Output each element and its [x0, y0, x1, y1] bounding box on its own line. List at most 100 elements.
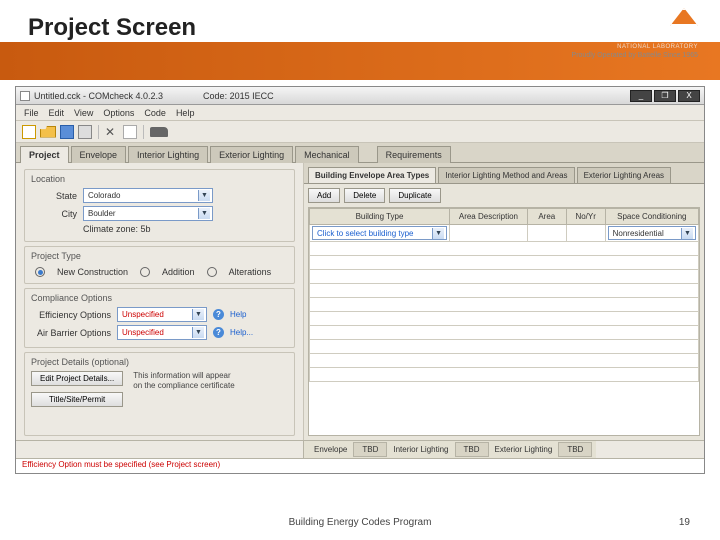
slide-footer: Building Energy Codes Program: [289, 517, 432, 528]
col-area-desc: Area Description: [450, 209, 528, 225]
tab-interior-lighting[interactable]: Interior Lighting: [128, 146, 208, 163]
project-type-fieldset: Project Type New Construction Addition A…: [24, 246, 295, 284]
help-link[interactable]: Help: [230, 310, 246, 319]
pnnl-logo-icon: [670, 8, 698, 26]
tab-requirements[interactable]: Requirements: [377, 146, 451, 163]
window-title: Untitled.cck - COMcheck 4.0.2.3: [34, 91, 163, 101]
project-details-fieldset: Project Details (optional) Edit Project …: [24, 352, 295, 436]
menu-edit[interactable]: Edit: [45, 107, 69, 119]
project-details-note: This information will appear on the comp…: [133, 371, 234, 392]
maximize-button[interactable]: ❐: [654, 90, 676, 102]
efficiency-value: Unspecified: [122, 310, 164, 319]
air-barrier-select[interactable]: Unspecified ▼: [117, 325, 207, 340]
slide-title: Project Screen: [28, 14, 196, 42]
building-type-value: Click to select building type: [317, 229, 414, 238]
help-icon[interactable]: ?: [213, 309, 224, 320]
duplicate-button[interactable]: Duplicate: [389, 188, 440, 203]
tab-envelope[interactable]: Envelope: [71, 146, 127, 163]
chevron-down-icon: ▼: [681, 228, 693, 239]
page-number: 19: [679, 517, 690, 528]
menu-help[interactable]: Help: [172, 107, 199, 119]
document-icon: [20, 91, 30, 101]
col-building-type: Building Type: [310, 209, 450, 225]
toolbar-separator: [143, 125, 144, 139]
radio-new-construction[interactable]: [35, 267, 45, 277]
menu-options[interactable]: Options: [99, 107, 138, 119]
brand-block: Pacific Northwest NATIONAL LABORATORY Pr…: [572, 8, 698, 59]
radio-label: New Construction: [57, 267, 128, 277]
status-intlight-label: Interior Lighting: [387, 443, 454, 456]
menu-file[interactable]: File: [20, 107, 43, 119]
col-area: Area: [527, 209, 566, 225]
brand-name: Pacific Northwest: [572, 30, 698, 44]
state-value: Colorado: [88, 191, 120, 200]
title-site-permit-button[interactable]: Title/Site/Permit: [31, 392, 123, 407]
city-value: Boulder: [88, 209, 116, 218]
building-type-select[interactable]: Click to select building type ▼: [312, 226, 447, 240]
radio-label: Alterations: [229, 267, 272, 277]
status-envelope-label: Envelope: [308, 443, 353, 456]
location-title: Location: [31, 174, 288, 184]
tab-exterior-lighting[interactable]: Exterior Lighting: [210, 146, 293, 163]
col-space-cond: Space Conditioning: [605, 209, 698, 225]
help-icon[interactable]: ?: [213, 327, 224, 338]
print-icon[interactable]: [78, 125, 92, 139]
compliance-fieldset: Compliance Options Efficiency Options Un…: [24, 288, 295, 348]
brand-sub2: Proudly Operated by Battelle Since 1965: [572, 52, 698, 59]
chevron-down-icon: ▼: [192, 309, 204, 320]
right-pane: Building Envelope Area Types Interior Li…: [304, 163, 704, 440]
status-bar: Envelope TBD Interior Lighting TBD Exter…: [16, 440, 704, 458]
minimize-button[interactable]: _: [630, 90, 652, 102]
delete-button[interactable]: Delete: [344, 188, 385, 203]
new-icon[interactable]: [22, 125, 36, 139]
chevron-down-icon: ▼: [198, 208, 210, 219]
air-barrier-label: Air Barrier Options: [31, 328, 111, 338]
menu-code[interactable]: Code: [140, 107, 170, 119]
state-label: State: [31, 191, 77, 201]
toolbar: ✕: [16, 121, 704, 143]
city-label: City: [31, 209, 77, 219]
tab-mechanical[interactable]: Mechanical: [295, 146, 359, 163]
state-select[interactable]: Colorado ▼: [83, 188, 213, 203]
right-toolbar: Add Delete Duplicate: [304, 184, 704, 207]
menu-view[interactable]: View: [70, 107, 97, 119]
copy-icon[interactable]: [123, 125, 137, 139]
titlebar: Untitled.cck - COMcheck 4.0.2.3 Code: 20…: [16, 87, 704, 105]
open-icon[interactable]: [40, 126, 56, 138]
project-type-title: Project Type: [31, 251, 288, 261]
close-button[interactable]: X: [678, 90, 700, 102]
code-label: Code: 2015 IECC: [203, 91, 274, 101]
chevron-down-icon: ▼: [198, 190, 210, 201]
save-icon[interactable]: [60, 125, 74, 139]
rtab-exterior-lighting[interactable]: Exterior Lighting Areas: [577, 167, 672, 183]
add-button[interactable]: Add: [308, 188, 340, 203]
tab-project[interactable]: Project: [20, 146, 69, 163]
cut-icon[interactable]: ✕: [105, 125, 119, 139]
space-cond-value: Nonresidential: [613, 229, 664, 238]
radio-label: Addition: [162, 267, 195, 277]
rtab-interior-lighting[interactable]: Interior Lighting Method and Areas: [438, 167, 574, 183]
status-intlight-value: TBD: [455, 442, 489, 457]
efficiency-select[interactable]: Unspecified ▼: [117, 307, 207, 322]
project-details-title: Project Details (optional): [31, 357, 288, 367]
radio-addition[interactable]: [140, 267, 150, 277]
help-link[interactable]: Help...: [230, 328, 253, 337]
status-extlight-label: Exterior Lighting: [489, 443, 559, 456]
table-row: Click to select building type ▼ Nonresid…: [310, 225, 699, 242]
main-tabs: Project Envelope Interior Lighting Exter…: [16, 143, 704, 163]
cell-area[interactable]: [527, 225, 566, 242]
space-conditioning-select[interactable]: Nonresidential ▼: [608, 226, 696, 240]
left-pane: Location State Colorado ▼ City Boulder ▼…: [16, 163, 304, 440]
cell-area-desc[interactable]: [450, 225, 528, 242]
vehicle-icon[interactable]: [150, 127, 168, 137]
city-select[interactable]: Boulder ▼: [83, 206, 213, 221]
menubar: File Edit View Options Code Help: [16, 105, 704, 121]
edit-project-details-button[interactable]: Edit Project Details...: [31, 371, 123, 386]
grid: Building Type Area Description Area No/Y…: [308, 207, 700, 436]
location-fieldset: Location State Colorado ▼ City Boulder ▼…: [24, 169, 295, 242]
efficiency-label: Efficiency Options: [31, 310, 111, 320]
radio-alterations[interactable]: [207, 267, 217, 277]
cell-noyr[interactable]: [566, 225, 605, 242]
rtab-envelope-types[interactable]: Building Envelope Area Types: [308, 167, 436, 183]
error-bar: Efficiency Option must be specified (see…: [16, 458, 704, 473]
